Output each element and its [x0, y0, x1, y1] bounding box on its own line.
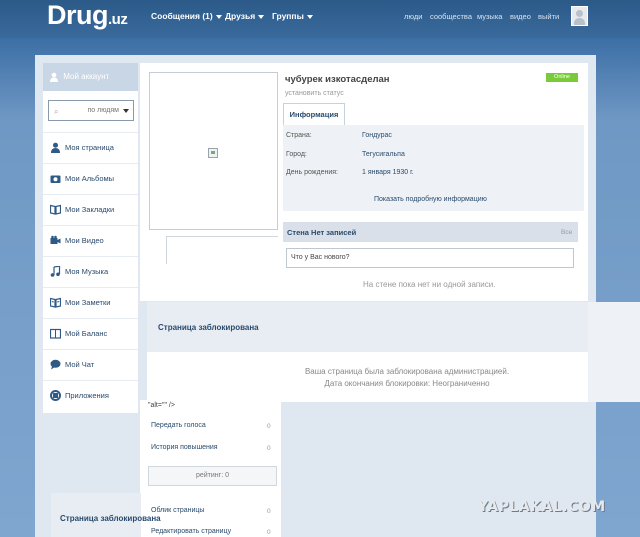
sidebar-item-apps[interactable]: Приложения: [43, 380, 138, 411]
info-value-city[interactable]: Тегусигальпа: [362, 151, 405, 158]
sidebar-item-notes[interactable]: Мои Заметки: [43, 287, 138, 318]
page-appearance-link[interactable]: Облик страницы: [151, 507, 204, 514]
link-people[interactable]: люди: [404, 12, 422, 21]
blocked-end-date: Дата окончания блокировки: Неограниченно: [324, 379, 490, 388]
sidebar-item-my-page[interactable]: Моя страница: [43, 132, 138, 163]
blocked-message: Ваша страница была заблокирована админис…: [300, 366, 514, 390]
info-value-country[interactable]: Гондурас: [362, 132, 392, 139]
blocked-side-strip: [588, 302, 640, 402]
wall-empty-message: На стене пока нет ни одной записи.: [363, 280, 496, 289]
music-icon: [50, 266, 61, 277]
notes-icon: [50, 297, 61, 308]
sidebar-item-albums[interactable]: Мои Альбомы: [43, 163, 138, 194]
link-communities[interactable]: сообщества: [430, 12, 472, 21]
apps-icon: [50, 390, 61, 401]
sidebar-account-header[interactable]: Мой аккаунт: [43, 63, 138, 91]
chevron-down-icon: [306, 14, 313, 19]
link-music[interactable]: музыка: [477, 12, 502, 21]
wallet-icon: [50, 328, 61, 339]
sidebar-item-label: Мои Закладки: [65, 205, 115, 214]
blocked-message-line: Ваша страница была заблокирована админис…: [304, 367, 510, 376]
nav-groups[interactable]: Группы: [272, 11, 313, 21]
blocked-small-title: Страница заблокирована: [60, 514, 161, 523]
profile-name: чубурек изкотасделан: [285, 74, 390, 85]
info-value-birthday[interactable]: 1 января 1930 г.: [362, 169, 414, 176]
info-label-birthday: День рождения:: [286, 169, 338, 176]
show-more-info-link[interactable]: Показать подробную информацию: [374, 196, 487, 203]
link-logout[interactable]: выйти: [538, 12, 559, 21]
nav-friends[interactable]: Друзья: [225, 11, 265, 21]
wall-title: Стена Нет записей: [287, 228, 357, 237]
sidebar-item-label: Мой Баланс: [65, 329, 108, 338]
avatar[interactable]: [571, 6, 588, 26]
online-badge: Online: [546, 73, 578, 82]
nav-messages[interactable]: Сообщения (1): [151, 11, 222, 21]
info-label-country: Страна:: [286, 132, 312, 139]
chevron-down-icon: [215, 14, 222, 19]
wall-all-link[interactable]: Все: [561, 229, 572, 236]
sidebar-item-bookmarks[interactable]: Мои Закладки: [43, 194, 138, 225]
wall-post-input[interactable]: Что у Вас нового?: [286, 248, 574, 268]
watermark: YAPLAKAL.COM: [478, 499, 606, 515]
edit-page-link[interactable]: Редактировать страницу: [151, 528, 231, 535]
search-filter-label: по людям: [87, 107, 120, 114]
chevron-down-icon[interactable]: [123, 109, 129, 113]
sidebar-item-label: Мои Видео: [65, 236, 104, 245]
sidebar-item-label: Мои Альбомы: [65, 174, 115, 183]
broken-image-icon: [208, 148, 218, 158]
book-icon: [50, 204, 61, 215]
tab-information[interactable]: Информация: [283, 103, 345, 125]
edit-page-count: 0: [267, 529, 271, 536]
sidebar-account-label: Мой аккаунт: [63, 72, 110, 81]
sidebar-item-chat[interactable]: Мой Чат: [43, 349, 138, 380]
promotion-history-link[interactable]: История повышения: [151, 444, 218, 451]
video-icon: [50, 235, 61, 244]
profile-photo[interactable]: [149, 72, 278, 230]
link-video[interactable]: видео: [510, 12, 531, 21]
photo-divider: [166, 236, 278, 264]
set-status-link[interactable]: установить статус: [285, 90, 344, 97]
sidebar-item-label: Моя страница: [65, 143, 114, 152]
chat-icon: [50, 359, 61, 370]
transfer-votes-link[interactable]: Передать голоса: [151, 422, 206, 429]
site-logo[interactable]: Drug.uz: [47, 0, 128, 31]
sidebar-item-label: Моя Музыка: [65, 267, 109, 276]
sidebar-item-label: Приложения: [65, 391, 109, 400]
search-icon: ⌕: [54, 107, 59, 116]
rating-box: рейтинг: 0: [148, 466, 277, 486]
info-label-city: Город:: [286, 151, 307, 158]
page-appearance-count: 0: [267, 508, 271, 515]
blocked-title: Страница заблокирована: [158, 323, 259, 332]
sidebar-item-balance[interactable]: Мой Баланс: [43, 318, 138, 349]
search-input[interactable]: ⌕ по людям: [48, 100, 134, 121]
promotion-history-count: 0: [267, 445, 271, 452]
broken-markup-text: "alt="" />: [148, 402, 175, 409]
sidebar-item-label: Мой Чат: [65, 360, 95, 369]
user-icon: [50, 72, 58, 82]
sidebar-item-music[interactable]: Моя Музыка: [43, 256, 138, 287]
sidebar-item-video[interactable]: Мои Видео: [43, 225, 138, 256]
transfer-votes-count: 0: [267, 423, 271, 430]
camera-icon: [50, 175, 61, 183]
sidebar-item-label: Мои Заметки: [65, 298, 111, 307]
user-icon: [51, 142, 60, 153]
chevron-down-icon: [258, 14, 265, 19]
